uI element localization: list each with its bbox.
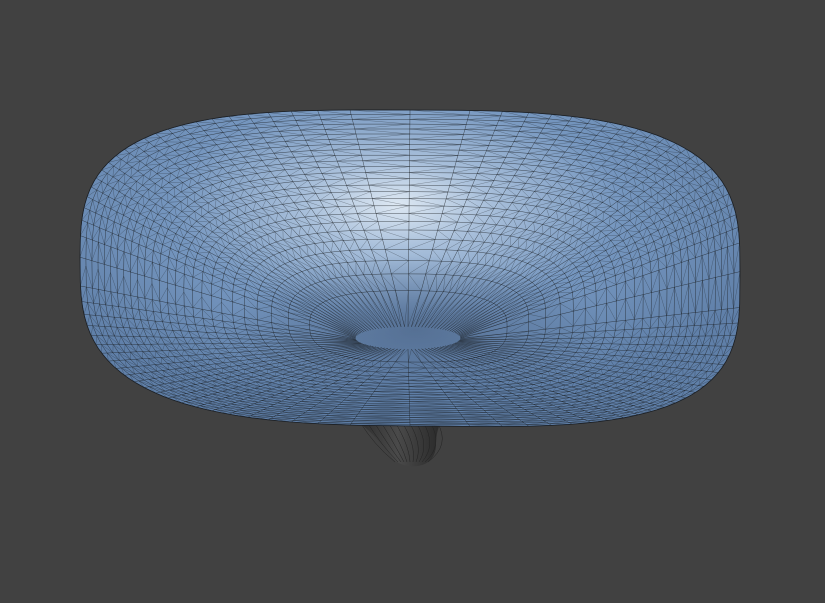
3d-viewport[interactable] — [0, 0, 825, 603]
mesh-render[interactable] — [0, 0, 825, 603]
funnel-stem — [355, 420, 440, 467]
